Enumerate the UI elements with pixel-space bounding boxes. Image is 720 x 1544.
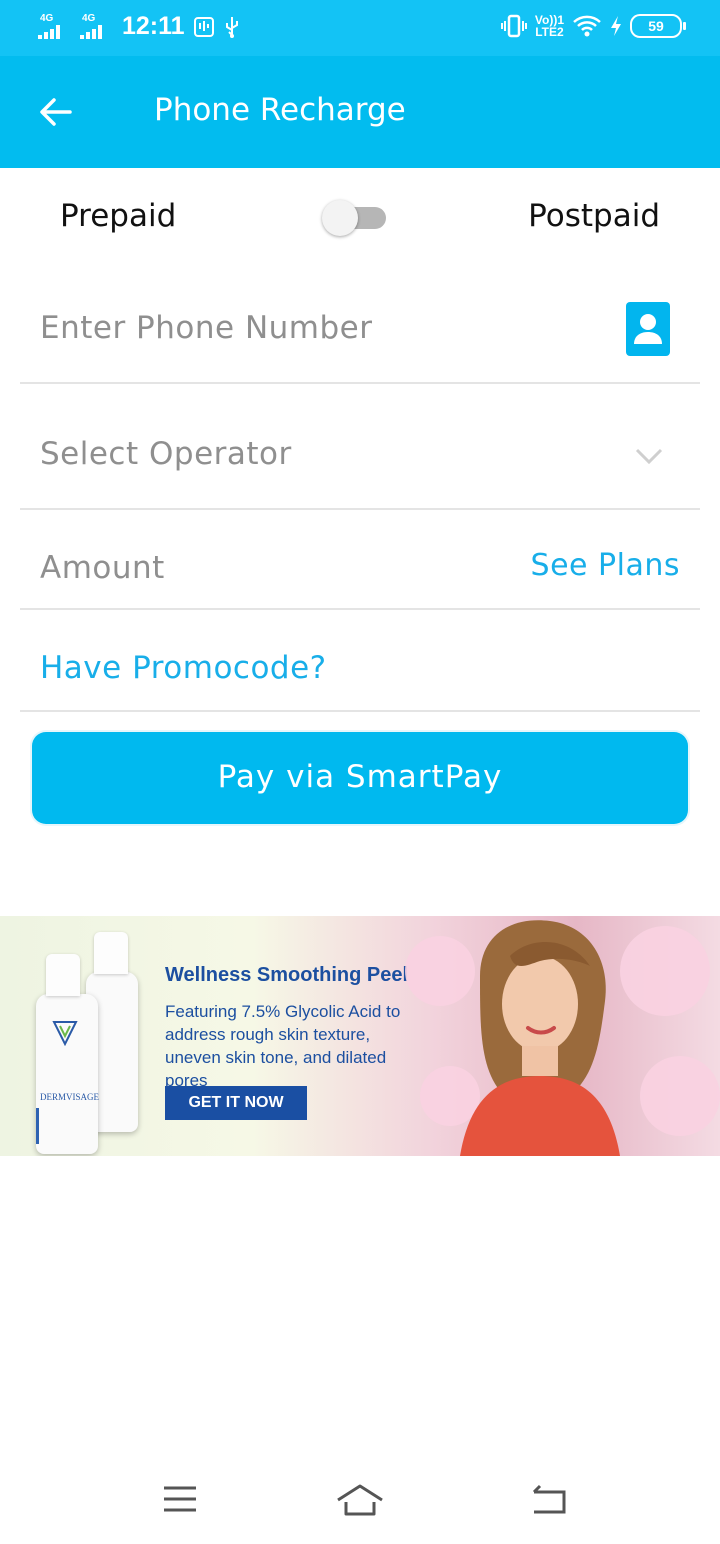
- prepaid-label[interactable]: Prepaid: [60, 198, 176, 234]
- signal-icon-2: 4G: [80, 13, 114, 41]
- battery-level: 59: [648, 18, 664, 34]
- usb-settings-icon: [193, 16, 214, 37]
- plan-type-toggle-row: Prepaid Postpaid: [0, 168, 720, 268]
- operator-placeholder: Select Operator: [40, 436, 292, 472]
- lte-indicator: Vo))1 LTE2: [535, 14, 564, 38]
- ad-brand: DERMVISAGE: [40, 1092, 100, 1102]
- system-navigation-bar: [0, 1460, 720, 1544]
- status-time: 12:11: [122, 12, 185, 40]
- menu-icon[interactable]: [162, 1484, 198, 1514]
- return-icon[interactable]: [530, 1484, 568, 1516]
- signal-icon: 4G: [38, 13, 72, 41]
- wifi-icon: [573, 15, 601, 37]
- see-plans-link[interactable]: See Plans: [531, 548, 680, 583]
- network-type-1: 4G: [40, 12, 54, 24]
- status-bar: 4G 4G 12:11 Vo))1 LTE2 59: [0, 0, 720, 56]
- pay-button[interactable]: Pay via SmartPay: [32, 732, 688, 824]
- usb-icon: [225, 16, 238, 38]
- lte-label: LTE2: [535, 25, 564, 39]
- app-bar: Phone Recharge: [0, 56, 720, 168]
- switch-knob: [322, 200, 358, 236]
- product-bottle-front: DERMVISAGE: [36, 954, 100, 1154]
- amount-placeholder: Amount: [40, 550, 165, 586]
- charging-icon: [611, 16, 621, 36]
- ad-banner[interactable]: DERMVISAGE Wellness Smoothing Peel Featu…: [0, 916, 720, 1156]
- vibrate-icon: [500, 14, 527, 38]
- promocode-row: Have Promocode?: [20, 610, 700, 712]
- brand-logo-icon: [52, 1021, 78, 1046]
- phone-number-placeholder: Enter Phone Number: [40, 310, 373, 346]
- page-title: Phone Recharge: [154, 92, 406, 128]
- phone-number-field[interactable]: Enter Phone Number: [20, 268, 700, 384]
- operator-select[interactable]: Select Operator: [20, 384, 700, 510]
- ad-body: Featuring 7.5% Glycolic Acid to address …: [165, 1002, 401, 1090]
- contact-icon[interactable]: [626, 302, 670, 356]
- amount-field[interactable]: Amount See Plans: [20, 510, 700, 610]
- plan-type-switch[interactable]: [322, 200, 386, 236]
- promocode-link[interactable]: Have Promocode?: [40, 650, 327, 686]
- network-type-2: 4G: [82, 12, 96, 24]
- model-photo: [460, 920, 620, 1156]
- arrow-left-icon[interactable]: [36, 92, 76, 132]
- battery-icon: 59: [630, 14, 686, 38]
- ad-headline: Wellness Smoothing Peel: [165, 964, 409, 986]
- home-icon[interactable]: [336, 1482, 384, 1518]
- postpaid-label[interactable]: Postpaid: [528, 198, 660, 234]
- chevron-down-icon[interactable]: [634, 446, 664, 466]
- ad-cta-button[interactable]: GET IT NOW: [165, 1086, 307, 1120]
